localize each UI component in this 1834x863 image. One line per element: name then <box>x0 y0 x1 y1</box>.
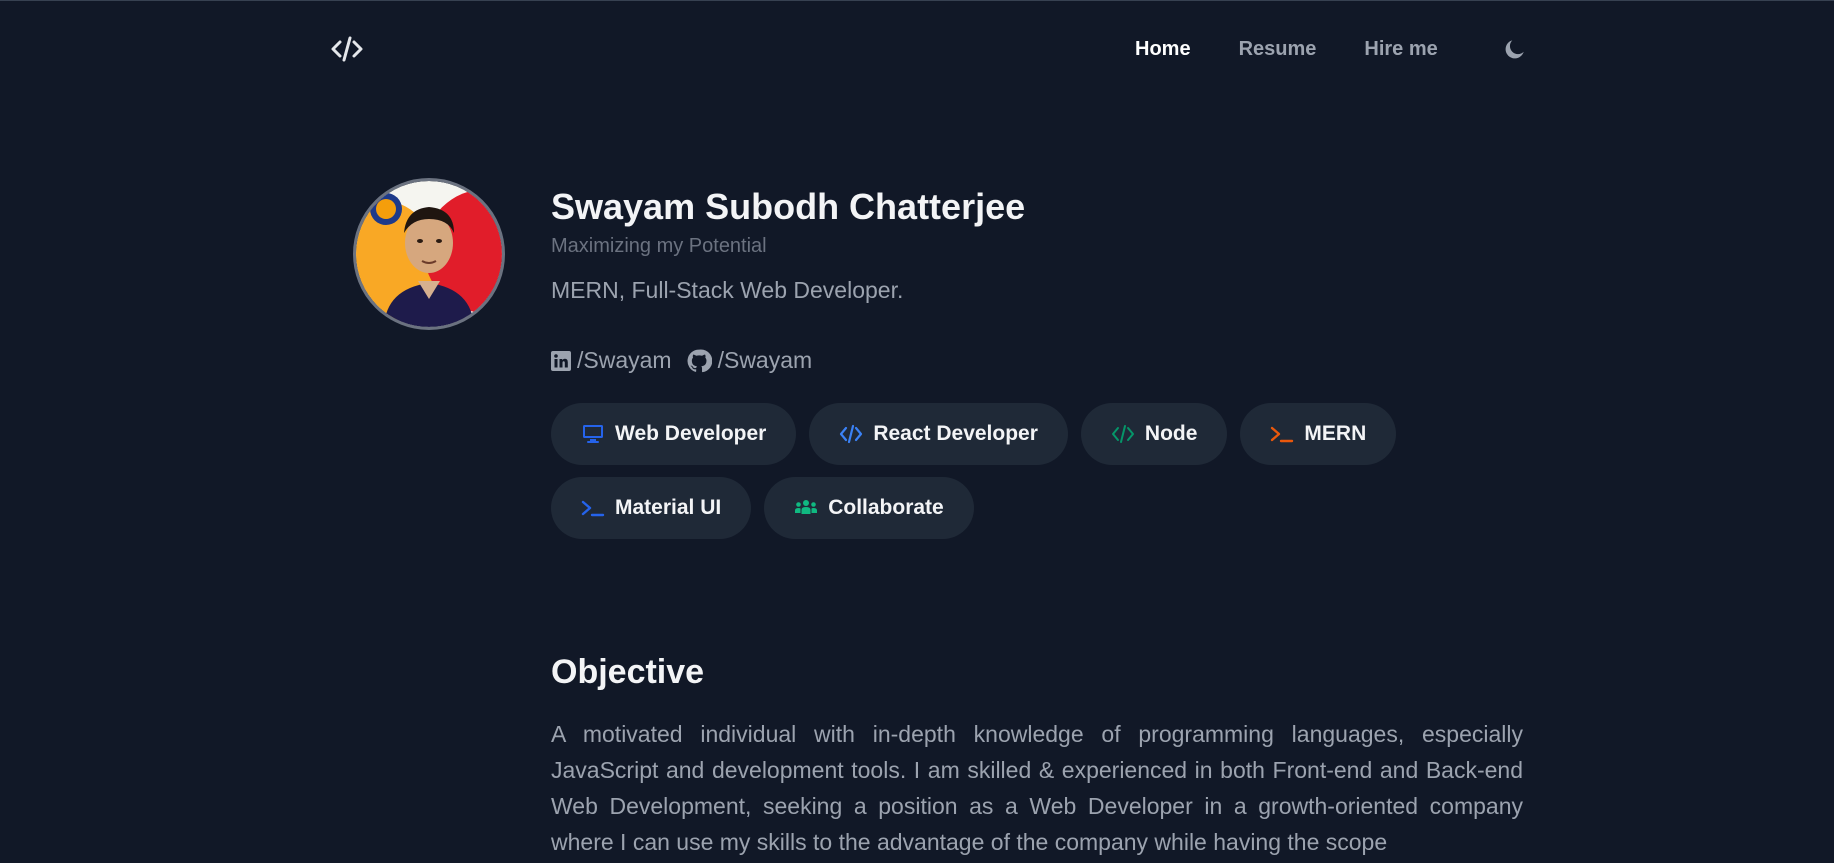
skill-chips: Web Developer React Developer Node MERN … <box>551 403 1451 551</box>
monitor-icon <box>581 422 605 446</box>
moon-icon[interactable] <box>1502 36 1528 62</box>
chip-label: Collaborate <box>828 496 944 519</box>
users-icon <box>794 496 818 520</box>
terminal-icon <box>1270 422 1294 446</box>
chip-label: Node <box>1144 422 1198 445</box>
navbar: Home Resume Hire me <box>0 0 1834 100</box>
chip-label: React Developer <box>873 422 1038 445</box>
chip-material-ui[interactable]: Material UI <box>551 477 752 539</box>
code-icon <box>839 422 863 446</box>
nav-link-hire-me[interactable]: Hire me <box>1364 38 1437 61</box>
nav-link-resume[interactable]: Resume <box>1239 38 1317 61</box>
chip-web-developer[interactable]: Web Developer <box>551 403 797 465</box>
profile-role: MERN, Full-Stack Web Developer. <box>551 277 904 303</box>
chip-label: Material UI <box>615 496 722 519</box>
nav-links: Home Resume Hire me <box>1135 38 1438 61</box>
profile-tagline: Maximizing my Potential <box>551 235 767 257</box>
avatar <box>353 178 505 330</box>
chip-mern[interactable]: MERN <box>1240 403 1397 465</box>
chip-collaborate[interactable]: Collaborate <box>764 477 974 539</box>
linkedin-icon <box>551 350 571 371</box>
social-links: /Swayam /Swayam <box>551 347 826 374</box>
terminal-icon <box>581 496 605 520</box>
nav-link-home[interactable]: Home <box>1135 38 1191 61</box>
objective-heading: Objective <box>551 653 705 691</box>
github-link[interactable]: /Swayam <box>686 347 813 374</box>
code-brackets-icon[interactable] <box>330 34 364 64</box>
github-icon <box>687 348 712 372</box>
profile-photo <box>356 181 502 327</box>
chip-react-developer[interactable]: React Developer <box>809 403 1068 465</box>
chip-label: Web Developer <box>615 422 767 445</box>
chip-label: MERN <box>1304 422 1367 445</box>
github-label: /Swayam <box>717 347 813 373</box>
linkedin-link[interactable]: /Swayam <box>551 347 672 374</box>
profile-name: Swayam Subodh Chatterjee <box>551 186 1026 227</box>
chip-node[interactable]: Node <box>1080 403 1228 465</box>
code-icon <box>1111 422 1135 446</box>
linkedin-label: /Swayam <box>577 347 672 373</box>
objective-text: A motivated individual with in-depth kno… <box>551 721 1523 855</box>
